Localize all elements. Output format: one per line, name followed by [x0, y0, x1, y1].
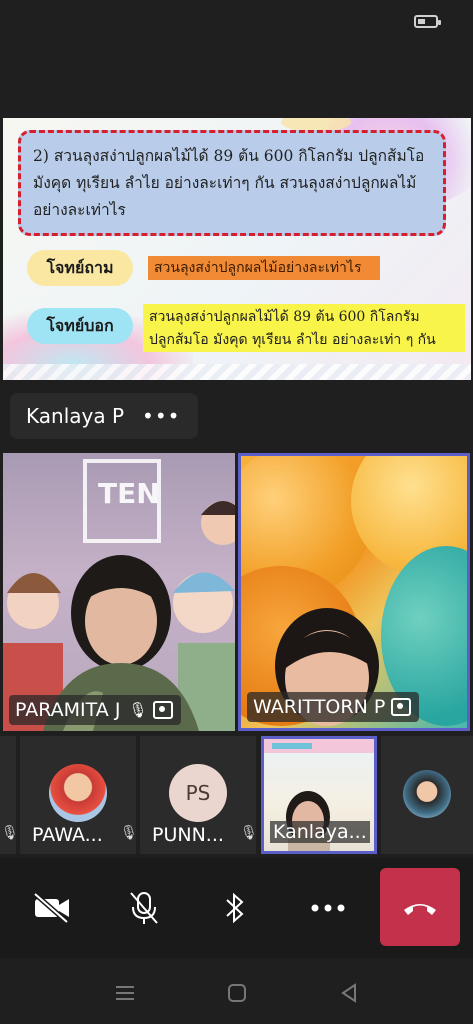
question-line: 2) สวนลุงสง่าปลูกผลไม้ได้ 89 ต้น 600 กิโ…	[33, 147, 425, 165]
give-line: สวนลุงสง่าปลูกผลไม้ได้ 89 ต้น 600 กิโลกร…	[149, 309, 420, 325]
participant-name: PARAMITA J	[15, 699, 121, 721]
mic-off-button[interactable]	[109, 868, 179, 948]
question-line: อย่างละเท่าไร	[33, 201, 126, 219]
mic-off-icon: 🎙	[120, 825, 136, 841]
hang-up-icon	[404, 904, 436, 915]
status-bar	[0, 0, 473, 46]
give-value: สวนลุงสง่าปลูกผลไม้ได้ 89 ต้น 600 กิโลกร…	[143, 304, 465, 352]
give-label: โจทย์บอก	[27, 308, 133, 344]
participant-name: WARITTORN P	[253, 696, 386, 718]
participant-video-image	[275, 608, 379, 726]
participant-name-bar: WARITTORN P	[247, 692, 420, 722]
more-icon	[311, 904, 345, 912]
presenter-chip[interactable]: Kanlaya P •••	[10, 393, 198, 439]
call-controls	[0, 858, 473, 958]
bluetooth-icon	[226, 892, 244, 924]
avatar	[49, 764, 107, 822]
participant-name: Kanlaya...	[270, 821, 370, 843]
hang-up-button[interactable]	[380, 868, 460, 946]
more-button[interactable]	[293, 868, 363, 948]
camera-off-icon	[33, 892, 69, 924]
participant-name: PUNN...	[152, 824, 224, 846]
presenter-name: Kanlaya P	[26, 404, 125, 428]
back-icon[interactable]	[334, 978, 364, 1008]
participant-video-paramita[interactable]: TEN PARAMITA J 🎙	[3, 453, 235, 731]
pin-icon[interactable]	[153, 701, 174, 719]
shared-screen: 2) สวนลุงสง่าปลูกผลไม้ได้ 89 ต้น 600 กิโ…	[3, 118, 471, 380]
battery-icon	[414, 15, 441, 28]
participant-video-image: TEN	[3, 459, 235, 731]
ask-label: โจทย์ถาม	[27, 250, 133, 286]
mic-off-icon: 🎙	[1, 825, 16, 841]
participant-tile-punn[interactable]: PS PUNN... 🎙	[140, 736, 256, 854]
question-box: 2) สวนลุงสง่าปลูกผลไม้ได้ 89 ต้น 600 กิโ…	[18, 130, 446, 236]
mic-off-icon: 🎙	[240, 825, 256, 841]
pin-icon[interactable]	[391, 698, 412, 716]
question-line: มังคุด ทุเรียน ลำไย อย่างละเท่าๆ กัน สวน…	[33, 174, 417, 192]
system-nav-bar	[0, 964, 473, 1024]
more-options-icon[interactable]: •••	[142, 404, 180, 428]
mic-off-icon: 🎙	[128, 701, 148, 719]
participant-tile-pawa[interactable]: PAWA... 🎙	[20, 736, 136, 854]
participant-tile-unnamed[interactable]	[381, 736, 473, 854]
home-icon[interactable]	[222, 978, 252, 1008]
participant-name: PAWA...	[32, 824, 103, 846]
recents-icon[interactable]	[110, 978, 140, 1008]
avatar: PS	[169, 764, 227, 822]
avatar	[403, 770, 451, 818]
participant-tile-kanlaya[interactable]: Kanlaya...	[261, 736, 377, 854]
ask-value: สวนลุงสง่าปลูกผลไม้อย่างละเท่าไร	[148, 256, 380, 280]
bluetooth-button[interactable]	[200, 868, 270, 948]
mic-off-icon	[130, 892, 158, 924]
give-line: ปลูกส้มโอ มังคุด ทุเรียน ลำไย อย่างละเท่…	[149, 332, 436, 348]
svg-text:TEN: TEN	[98, 477, 160, 510]
participant-video-warittorn[interactable]: WARITTORN P	[238, 453, 470, 731]
participant-strip: 🎙 PAWA... 🎙 PS PUNN... 🎙 Kanlaya...	[0, 736, 473, 854]
camera-off-button[interactable]	[17, 868, 87, 948]
participant-tile-partial[interactable]: 🎙	[0, 736, 16, 854]
participant-name-bar: PARAMITA J 🎙	[9, 695, 182, 725]
